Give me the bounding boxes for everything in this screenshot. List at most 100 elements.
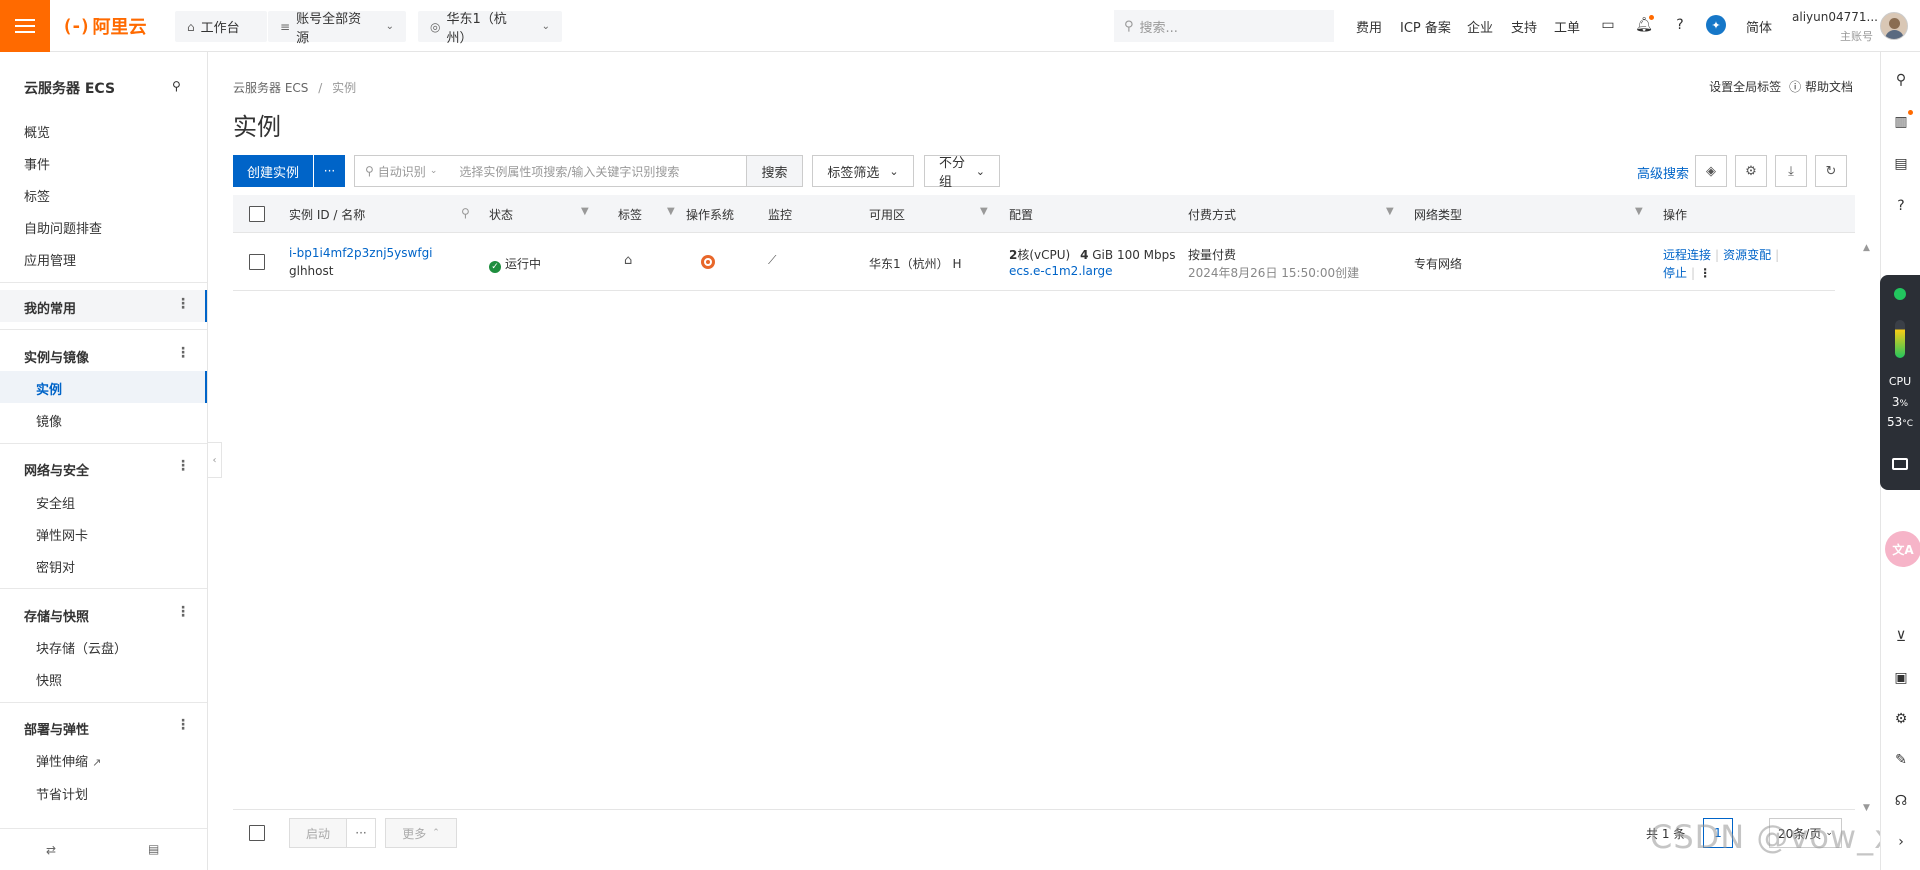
language-switch[interactable]: 简体	[1746, 17, 1772, 36]
link-ticket[interactable]: 工单	[1554, 17, 1580, 36]
start-button[interactable]: 启动	[289, 818, 347, 848]
instance-search-input[interactable]: ⚲ 自动识别 ⌄ 选择实例属性项搜索/输入关键字识别搜索	[354, 155, 747, 187]
select-all-checkbox[interactable]	[249, 206, 265, 222]
link-billing[interactable]: 费用	[1356, 17, 1382, 36]
link-icp[interactable]: ICP 备案	[1400, 17, 1451, 36]
filter-icon[interactable]: ▼	[1635, 206, 1643, 217]
sidebar-item-images[interactable]: 镜像	[36, 411, 62, 430]
stop-link[interactable]: 停止	[1663, 266, 1687, 280]
remote-connect-link[interactable]: 远程连接	[1663, 248, 1711, 262]
row-checkbox[interactable]	[249, 254, 265, 270]
filter-icon[interactable]: ▼	[667, 206, 675, 217]
edit-pencil-icon[interactable]: ✎	[1891, 750, 1911, 770]
footer-more-dots-button[interactable]: ···	[346, 818, 376, 848]
create-more-button[interactable]: ···	[314, 155, 345, 187]
column-search-icon[interactable]: ⚲	[461, 206, 470, 220]
sidebar-group-network[interactable]: 网络与安全	[24, 460, 89, 479]
link-enterprise[interactable]: 企业	[1467, 17, 1493, 36]
instance-type-link[interactable]: ecs.e-c1m2.large	[1009, 264, 1113, 278]
sidebar-item-eni[interactable]: 弹性网卡	[36, 525, 88, 544]
global-search-input[interactable]: ⚲ 搜索...	[1114, 10, 1334, 42]
document-icon[interactable]: ▤	[1891, 154, 1911, 174]
sidebar-item-troubleshoot[interactable]: 自助问题排查	[24, 218, 102, 237]
sidebar-item-instances[interactable]: 实例	[36, 379, 62, 398]
download-icon[interactable]: ⤓	[1775, 155, 1807, 187]
search-button[interactable]: 搜索	[746, 155, 803, 187]
footer-select-all-checkbox[interactable]	[249, 825, 265, 841]
instance-id-link[interactable]: i-bp1i4mf2p3znj5yswfgi	[289, 246, 433, 260]
camera-icon[interactable]	[1892, 458, 1908, 470]
chip-icon[interactable]: ▣	[1891, 668, 1911, 688]
sidebar-item-events[interactable]: 事件	[24, 154, 50, 173]
help-icon[interactable]: ?	[1670, 15, 1690, 35]
sidebar-item-security-group[interactable]: 安全组	[36, 493, 75, 512]
page-title: 实例	[233, 113, 281, 141]
scroll-down-icon[interactable]: ▼	[1863, 803, 1870, 813]
help-doc-link[interactable]: ⓘ 帮助文档	[1789, 78, 1853, 95]
filter-icon[interactable]: ▼	[581, 206, 589, 217]
sidebar-item-keypair[interactable]: 密钥对	[36, 557, 75, 576]
assistant-icon[interactable]: ✦	[1706, 15, 1726, 35]
terminal-icon[interactable]: ▭	[1598, 15, 1618, 35]
expand-icon[interactable]: ›	[1891, 832, 1911, 852]
sidebar-item-snapshot[interactable]: 快照	[36, 670, 62, 689]
create-instance-button[interactable]: 创建实例	[233, 155, 313, 187]
global-tag-link[interactable]: 设置全局标签	[1709, 78, 1781, 95]
sidebar-item-apps[interactable]: 应用管理	[24, 250, 76, 269]
search-mode-selector[interactable]: ⚲ 自动识别 ⌄	[355, 163, 447, 180]
sidebar-item-overview[interactable]: 概览	[24, 122, 50, 141]
tag-filter-button[interactable]: 标签筛选 ⌄	[812, 155, 914, 187]
sidebar-item-autoscaling[interactable]: 弹性伸缩 ↗	[36, 751, 101, 770]
advanced-search-link[interactable]: 高级搜索	[1637, 163, 1689, 182]
more-actions-button[interactable]: 更多 ⌃	[385, 818, 457, 848]
avatar[interactable]	[1880, 12, 1908, 40]
sidebar-item-disk[interactable]: 块存储（云盘）	[36, 638, 127, 657]
settings-gear-icon[interactable]: ⚙	[1891, 709, 1911, 729]
sidebar-item-tags[interactable]: 标签	[24, 186, 50, 205]
sidebar-group-storage[interactable]: 存储与快照	[24, 606, 89, 625]
zone-value: 华东1（杭州） H	[869, 257, 962, 271]
bell-icon[interactable]: 🔔︎	[1634, 15, 1654, 35]
more-vertical-icon[interactable]: ⋮	[176, 296, 190, 312]
sidebar-search-icon[interactable]: ⚲	[172, 79, 181, 93]
scroll-up-icon[interactable]: ▲	[1863, 243, 1870, 253]
refresh-icon[interactable]: ↻	[1815, 155, 1847, 187]
monitor-chart-icon[interactable]: ⟋	[768, 253, 776, 268]
aliyun-logo[interactable]: (-) 阿里云	[62, 13, 147, 39]
more-vertical-icon[interactable]: ⋮	[176, 345, 190, 361]
resource-group-selector[interactable]: ≡ 账号全部资源 ⌄	[268, 11, 406, 46]
search-icon[interactable]: ⚲	[1891, 70, 1911, 90]
link-icon[interactable]: ⇄	[46, 843, 56, 857]
system-monitor-widget[interactable]: CPU 3% 53°C	[1880, 275, 1920, 490]
sidebar-item-savings-plan[interactable]: 节省计划	[36, 784, 88, 803]
tag-icon[interactable]: ⌂	[624, 253, 632, 268]
workbench-button[interactable]: ⌂ 工作台	[175, 11, 267, 42]
question-icon[interactable]: ?	[1891, 196, 1911, 216]
sidebar-item-instances-active[interactable]	[0, 371, 207, 403]
layers-icon[interactable]: ◈	[1695, 155, 1727, 187]
settings-gear-icon[interactable]: ⚙	[1735, 155, 1767, 187]
more-vertical-icon[interactable]: ⋮	[1699, 266, 1711, 280]
link-support[interactable]: 支持	[1511, 17, 1537, 36]
group-selector[interactable]: 不分组 ⌄	[924, 155, 1000, 190]
headset-icon[interactable]: ☊	[1891, 791, 1911, 811]
book-icon[interactable]: ▥	[1891, 110, 1913, 132]
sidebar-group-deploy[interactable]: 部署与弹性	[24, 719, 89, 738]
sidebar-group-instances[interactable]: 实例与镜像	[24, 347, 89, 366]
search-placeholder: 选择实例属性项搜索/输入关键字识别搜索	[459, 164, 680, 179]
translate-icon[interactable]: 文A	[1885, 531, 1920, 567]
workbench-label: 工作台	[200, 21, 240, 36]
menu-button[interactable]	[0, 0, 50, 52]
breadcrumb-ecs[interactable]: 云服务器 ECS	[233, 81, 308, 95]
more-vertical-icon[interactable]: ⋮	[176, 717, 190, 733]
resize-link[interactable]: 资源变配	[1723, 248, 1771, 262]
ubuntu-os-icon	[701, 255, 715, 269]
filter-icon[interactable]: ▼	[980, 206, 988, 217]
user-name[interactable]: aliyun04771...	[1792, 10, 1878, 24]
more-vertical-icon[interactable]: ⋮	[176, 604, 190, 620]
region-selector[interactable]: ◎ 华东1（杭州） ⌄	[418, 11, 562, 46]
feedback-icon[interactable]: ▤	[148, 842, 159, 856]
filter-icon[interactable]: ▼	[1386, 206, 1394, 217]
cart-icon[interactable]: ⊻	[1891, 627, 1911, 647]
more-vertical-icon[interactable]: ⋮	[176, 458, 190, 474]
